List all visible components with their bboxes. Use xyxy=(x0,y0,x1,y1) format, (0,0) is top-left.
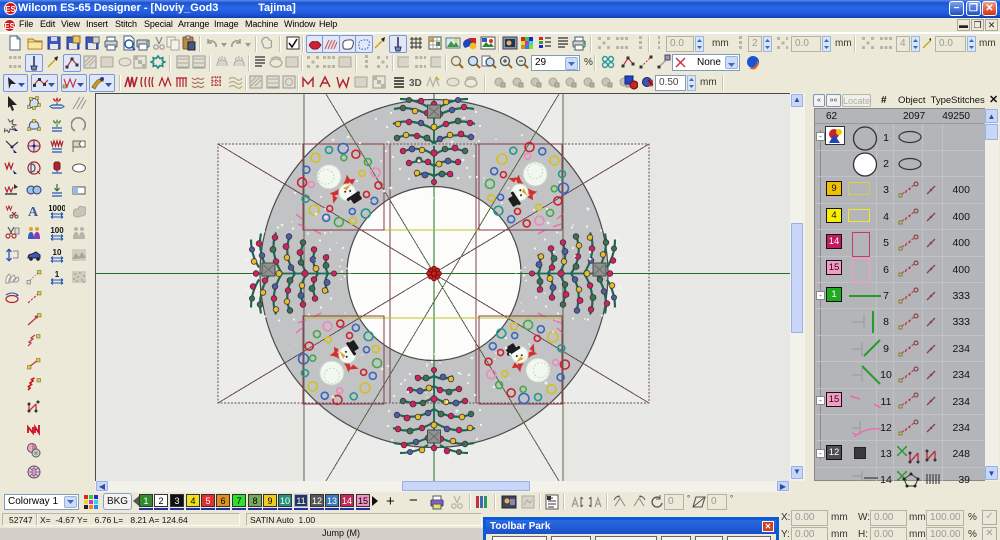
svg-text:100: 100 xyxy=(50,226,64,235)
svg-text:1000: 1000 xyxy=(49,204,65,213)
svg-text:A: A xyxy=(28,205,39,219)
svg-text:3D: 3D xyxy=(409,78,422,89)
svg-text:1: 1 xyxy=(55,270,60,279)
svg-text:10: 10 xyxy=(53,248,62,257)
